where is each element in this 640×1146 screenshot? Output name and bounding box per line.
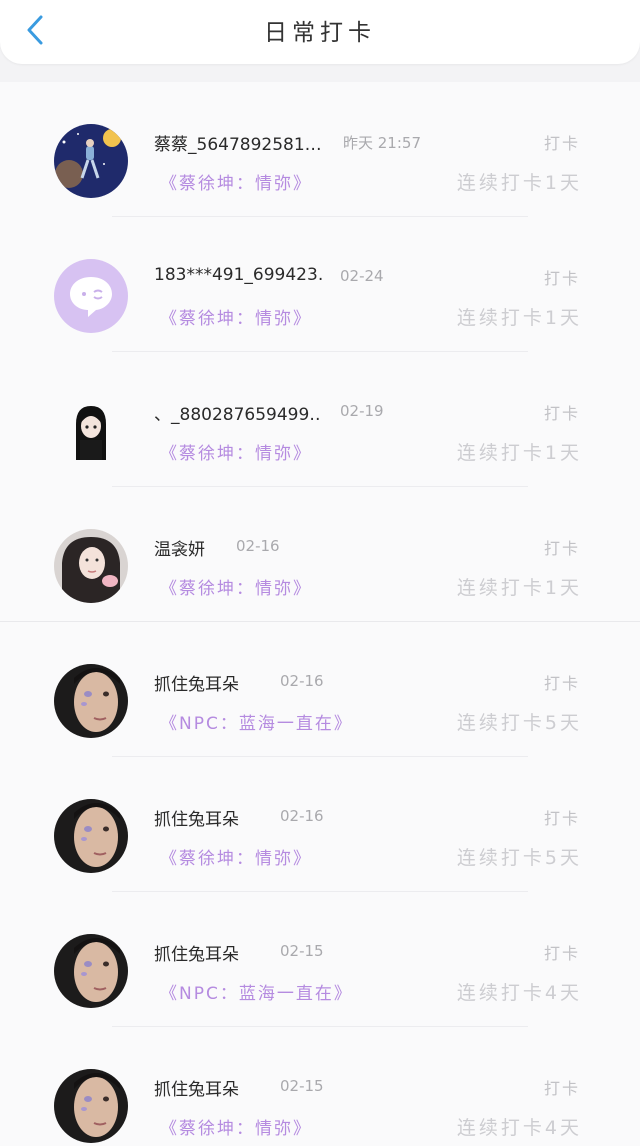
checkin-time: 02-16 xyxy=(280,672,324,690)
checkin-list[interactable]: 蔡蔡_5647892581… 昨天 21:57 《蔡徐坤：情弥》 打卡 连续打卡… xyxy=(0,82,640,1146)
streak-text: 连续打卡4天 xyxy=(456,1117,582,1139)
avatar[interactable] xyxy=(54,799,128,873)
streak-text: 连续打卡5天 xyxy=(456,847,582,869)
list-item[interactable]: 蔡蔡_5647892581… 昨天 21:57 《蔡徐坤：情弥》 打卡 连续打卡… xyxy=(0,82,640,217)
avatar[interactable] xyxy=(54,124,128,198)
avatar[interactable] xyxy=(54,1069,128,1143)
top-bar: 日常打卡 xyxy=(0,0,640,64)
song-title[interactable]: 《NPC：蓝海一直在》 xyxy=(160,709,353,734)
song-title[interactable]: 《蔡徐坤：情弥》 xyxy=(160,1114,312,1139)
user-name: 抓住兔耳朵 xyxy=(154,1080,239,1100)
avatar[interactable] xyxy=(54,664,128,738)
checkin-label[interactable]: 打卡 xyxy=(544,130,580,154)
page-title: 日常打卡 xyxy=(264,20,376,46)
checkin-label[interactable]: 打卡 xyxy=(544,400,580,424)
checkin-label[interactable]: 打卡 xyxy=(544,940,580,964)
checkin-time: 02-15 xyxy=(280,942,324,960)
song-title[interactable]: 《蔡徐坤：情弥》 xyxy=(160,844,312,869)
list-item[interactable]: 抓住兔耳朵 02-15 《蔡徐坤：情弥》 打卡 连续打卡4天 xyxy=(0,1027,640,1146)
list-item[interactable]: 抓住兔耳朵 02-16 《蔡徐坤：情弥》 打卡 连续打卡5天 xyxy=(0,757,640,892)
list-item[interactable]: 抓住兔耳朵 02-15 《NPC：蓝海一直在》 打卡 连续打卡4天 xyxy=(0,892,640,1027)
song-title[interactable]: 《蔡徐坤：情弥》 xyxy=(160,574,312,599)
streak-text: 连续打卡1天 xyxy=(456,577,582,599)
song-title[interactable]: 《蔡徐坤：情弥》 xyxy=(160,169,312,194)
user-name: 183***491_699423… xyxy=(154,265,322,285)
streak-text: 连续打卡1天 xyxy=(456,172,582,194)
avatar[interactable] xyxy=(54,394,128,468)
checkin-time: 02-15 xyxy=(280,1077,324,1095)
avatar[interactable] xyxy=(54,934,128,1008)
user-name: 、_880287659499… xyxy=(154,405,322,425)
checkin-label[interactable]: 打卡 xyxy=(544,535,580,559)
checkin-time: 02-16 xyxy=(280,807,324,825)
user-name: 抓住兔耳朵 xyxy=(154,675,239,695)
song-title[interactable]: 《NPC：蓝海一直在》 xyxy=(160,979,353,1004)
checkin-time: 02-16 xyxy=(236,537,280,555)
checkin-label[interactable]: 打卡 xyxy=(544,670,580,694)
song-title[interactable]: 《蔡徐坤：情弥》 xyxy=(160,439,312,464)
user-name: 抓住兔耳朵 xyxy=(154,810,239,830)
checkin-time: 02-19 xyxy=(340,402,384,420)
checkin-label[interactable]: 打卡 xyxy=(544,265,580,289)
list-item[interactable]: 抓住兔耳朵 02-16 《NPC：蓝海一直在》 打卡 连续打卡5天 xyxy=(0,622,640,757)
checkin-label[interactable]: 打卡 xyxy=(544,1075,580,1099)
user-name: 蔡蔡_5647892581… xyxy=(154,135,322,155)
avatar[interactable] xyxy=(54,529,128,603)
song-title[interactable]: 《蔡徐坤：情弥》 xyxy=(160,304,312,329)
list-item[interactable]: 温衾妍 02-16 《蔡徐坤：情弥》 打卡 连续打卡1天 xyxy=(0,487,640,622)
streak-text: 连续打卡5天 xyxy=(456,712,582,734)
user-name: 温衾妍 xyxy=(154,540,205,560)
checkin-time: 02-24 xyxy=(340,267,384,285)
streak-text: 连续打卡4天 xyxy=(456,982,582,1004)
user-name: 抓住兔耳朵 xyxy=(154,945,239,965)
list-item[interactable]: 、_880287659499… 02-19 《蔡徐坤：情弥》 打卡 连续打卡1天 xyxy=(0,352,640,487)
streak-text: 连续打卡1天 xyxy=(456,442,582,464)
list-item[interactable]: 183***491_699423… 02-24 《蔡徐坤：情弥》 打卡 连续打卡… xyxy=(0,217,640,352)
avatar[interactable] xyxy=(54,259,128,333)
checkin-label[interactable]: 打卡 xyxy=(544,805,580,829)
checkin-time: 昨天 21:57 xyxy=(343,134,421,152)
streak-text: 连续打卡1天 xyxy=(456,307,582,329)
